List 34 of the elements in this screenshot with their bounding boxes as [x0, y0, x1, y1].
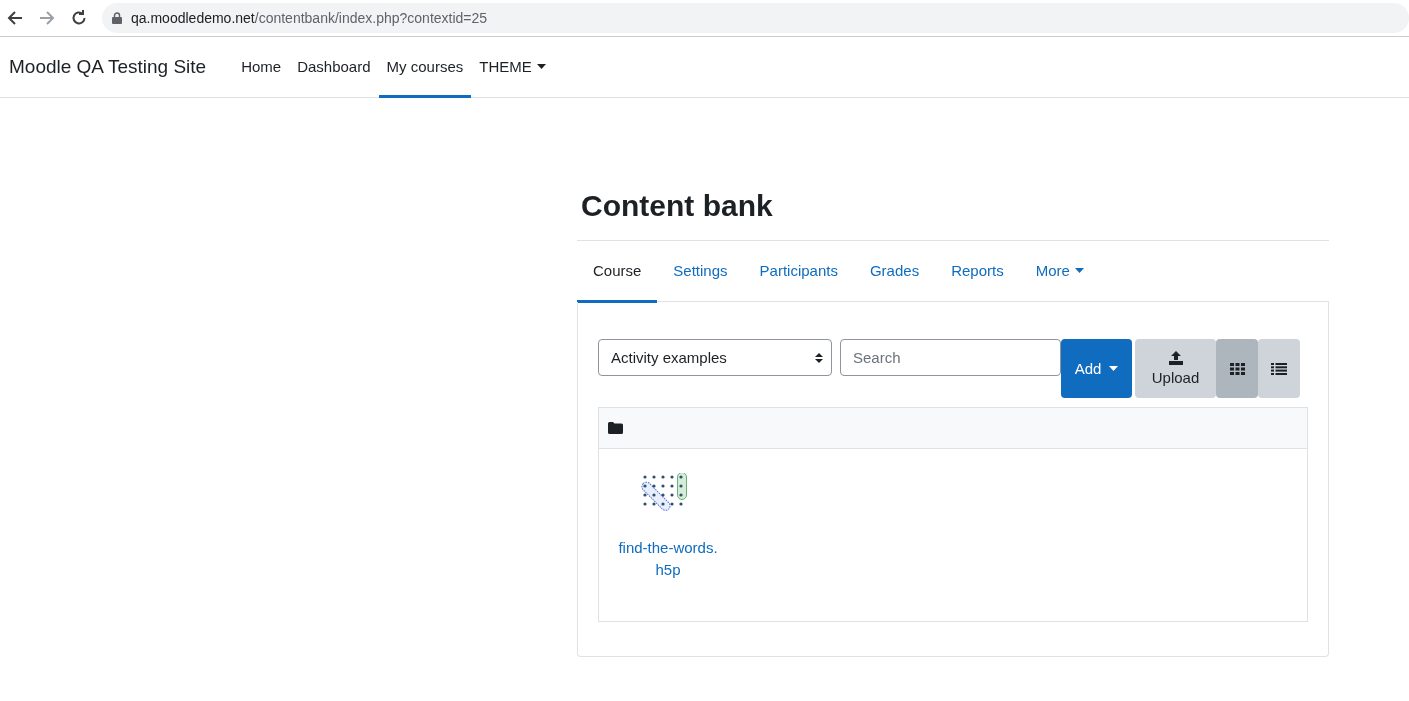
tab[interactable]: Reports: [935, 241, 1020, 303]
folder-icon[interactable]: [608, 422, 623, 434]
file-name-link[interactable]: find-the-words. h5p: [618, 537, 718, 581]
address-bar[interactable]: qa.moodledemo.net/contentbank/index.php?contextid=25: [102, 3, 1409, 33]
tab[interactable]: Participants: [743, 241, 854, 303]
context-select[interactable]: Activity examples: [598, 339, 832, 376]
nav-link[interactable]: Dashboard: [289, 37, 379, 98]
back-arrow-icon[interactable]: [6, 9, 24, 27]
add-button[interactable]: Add: [1061, 339, 1132, 398]
grid-view-button[interactable]: [1216, 339, 1258, 398]
word-search-icon: [641, 473, 687, 513]
nav-link[interactable]: Home: [233, 37, 290, 98]
list-view-button[interactable]: [1258, 339, 1300, 398]
caret-icon: [536, 63, 546, 69]
tab[interactable]: Course: [577, 241, 658, 303]
nav-link[interactable]: THEME: [471, 37, 554, 98]
list-icon: [1271, 362, 1287, 375]
tab[interactable]: Grades: [853, 241, 936, 303]
grid-icon: [1229, 362, 1245, 375]
tab[interactable]: More: [1019, 241, 1100, 303]
upload-button[interactable]: Upload: [1135, 339, 1216, 398]
caret-icon: [1109, 366, 1119, 371]
forward-arrow-icon[interactable]: [38, 9, 56, 27]
nav-link[interactable]: My courses: [378, 37, 472, 98]
sort-arrows-icon: [815, 351, 823, 364]
lock-icon: [112, 12, 122, 24]
caret-icon: [1074, 268, 1084, 273]
search-field[interactable]: Search: [840, 339, 1061, 376]
upload-icon: [1168, 351, 1183, 365]
page-heading: Content bank: [581, 188, 774, 224]
url-text: qa.moodledemo.net/contentbank/index.php?contextid=25: [131, 10, 488, 26]
tab[interactable]: Settings: [657, 241, 744, 303]
reload-icon[interactable]: [70, 9, 88, 27]
site-name[interactable]: Moodle QA Testing Site: [9, 37, 207, 97]
